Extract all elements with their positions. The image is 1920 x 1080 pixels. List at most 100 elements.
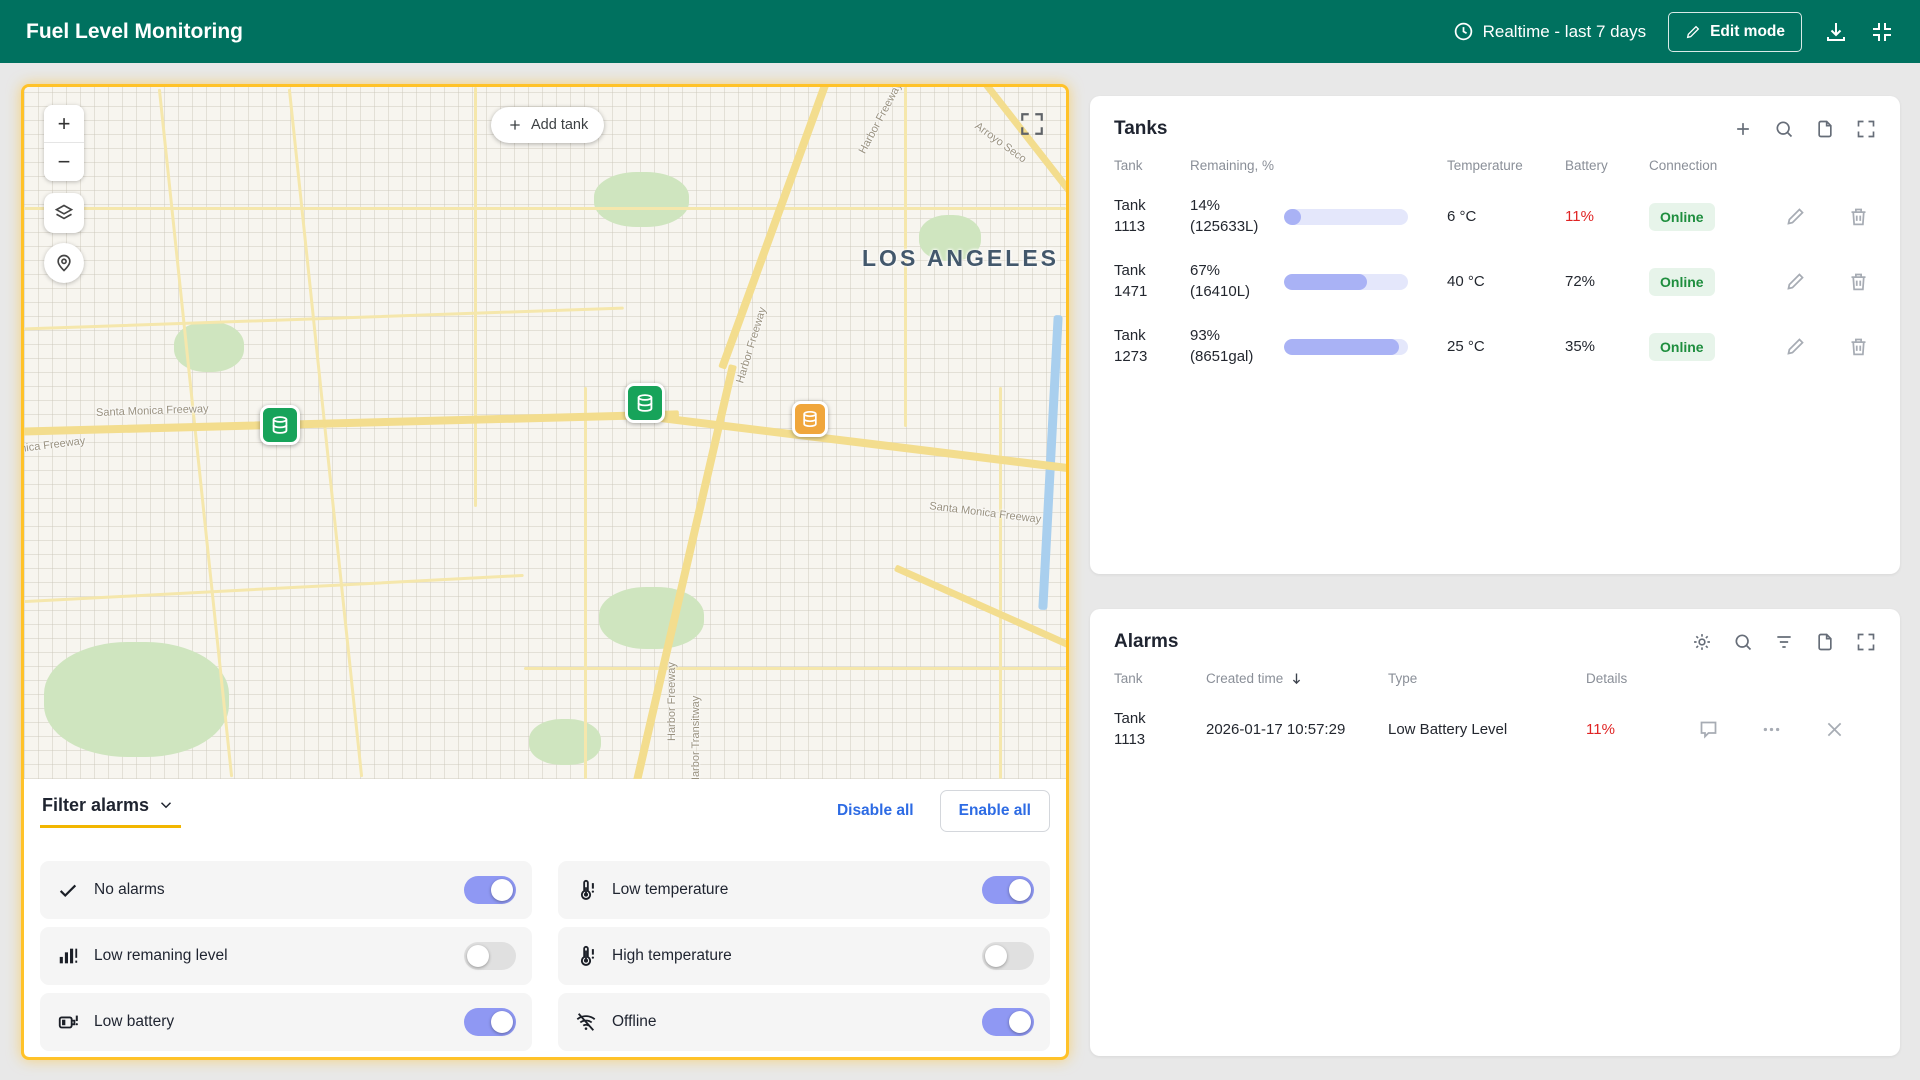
check-icon <box>56 878 80 902</box>
thermometer-icon <box>574 944 598 968</box>
alarm-created-time: 2026-01-17 10:57:29 <box>1206 721 1388 738</box>
low-battery-toggle[interactable] <box>464 1008 516 1036</box>
edit-tank-icon[interactable] <box>1785 206 1806 227</box>
pencil-icon <box>1685 24 1701 40</box>
enable-all-button[interactable]: Enable all <box>940 790 1050 832</box>
more-options-icon[interactable] <box>1761 719 1782 740</box>
alarm-details: 11% <box>1586 721 1682 738</box>
road-label: nica Freeway <box>24 435 86 455</box>
fuel-drum-icon <box>800 409 820 429</box>
tank-temperature: 6 °C <box>1447 208 1565 225</box>
toggle-knob <box>467 945 489 967</box>
road <box>24 307 624 331</box>
tank-row: Tank1113 14%(125633L) 6 °C 11% Online <box>1114 184 1876 249</box>
offline-toggle[interactable] <box>982 1008 1034 1036</box>
fullscreen-icon[interactable] <box>1856 119 1876 139</box>
filter-item-offline: Offline <box>558 993 1050 1051</box>
road <box>24 574 523 603</box>
no-alarms-toggle[interactable] <box>464 876 516 904</box>
zoom-out-button[interactable]: − <box>44 143 84 181</box>
tank-marker-yellow[interactable] <box>792 401 828 437</box>
edit-mode-label: Edit mode <box>1710 23 1785 41</box>
sort-desc-icon <box>1289 671 1304 686</box>
disable-all-button[interactable]: Disable all <box>825 792 926 830</box>
alarm-row: Tank1113 2026-01-17 10:57:29 Low Battery… <box>1114 697 1876 762</box>
road-label: Harbor Transitway <box>690 696 702 779</box>
comment-icon[interactable] <box>1698 719 1719 740</box>
alarms-widget: Alarms Tank <box>1090 609 1900 1056</box>
road <box>24 207 1066 210</box>
add-icon[interactable] <box>1733 119 1753 139</box>
connection-status-badge: Online <box>1649 333 1715 361</box>
filter-icon[interactable] <box>1774 632 1794 652</box>
high-temperature-toggle[interactable] <box>982 942 1034 970</box>
filter-label: Low remaning level <box>94 947 450 965</box>
filter-item-low-battery: Low battery <box>40 993 532 1051</box>
tank-name: Tank1273 <box>1114 326 1190 367</box>
plus-icon <box>507 117 523 133</box>
app-root: Fuel Level Monitoring Realtime - last 7 … <box>0 0 1920 1080</box>
export-icon[interactable] <box>1815 632 1835 652</box>
edit-tank-icon[interactable] <box>1785 271 1806 292</box>
alarms-title: Alarms <box>1114 631 1178 653</box>
col-connection: Connection <box>1649 158 1769 173</box>
filter-label: High temperature <box>612 947 968 965</box>
park-area <box>44 642 229 757</box>
delete-tank-icon[interactable] <box>1848 271 1869 292</box>
settings-gear-icon[interactable] <box>1692 632 1712 652</box>
search-icon[interactable] <box>1733 632 1753 652</box>
tank-marker-green[interactable] <box>260 405 300 445</box>
locate-button[interactable] <box>44 243 84 283</box>
col-battery: Battery <box>1565 158 1649 173</box>
edit-tank-icon[interactable] <box>1785 336 1806 357</box>
col-type: Type <box>1388 671 1586 686</box>
filter-label: No alarms <box>94 881 450 899</box>
tank-temperature: 25 °C <box>1447 338 1565 355</box>
thermometer-icon <box>574 878 598 902</box>
low-temperature-toggle[interactable] <box>982 876 1034 904</box>
low-remaining-toggle[interactable] <box>464 942 516 970</box>
add-tank-label: Add tank <box>531 117 588 133</box>
road-harbor-freeway <box>632 364 737 779</box>
filter-item-high-temperature: High temperature <box>558 927 1050 985</box>
time-range-selector[interactable]: Realtime - last 7 days <box>1453 21 1646 42</box>
zoom-controls: + − <box>44 105 84 181</box>
filter-item-low-remaining: Low remaning level <box>40 927 532 985</box>
add-tank-button[interactable]: Add tank <box>491 107 604 143</box>
edit-mode-button[interactable]: Edit mode <box>1668 12 1802 52</box>
filter-label: Offline <box>612 1013 968 1031</box>
col-created-time[interactable]: Created time <box>1206 671 1388 686</box>
map-fullscreen-icon[interactable] <box>1019 111 1045 137</box>
filter-item-low-temperature: Low temperature <box>558 861 1050 919</box>
dismiss-alarm-icon[interactable] <box>1824 719 1845 740</box>
road <box>474 87 477 507</box>
fullscreen-icon[interactable] <box>1856 632 1876 652</box>
search-icon[interactable] <box>1774 119 1794 139</box>
filter-alarms-toggle[interactable]: Filter alarms <box>40 795 181 828</box>
download-icon[interactable] <box>1824 20 1848 44</box>
export-icon[interactable] <box>1815 119 1835 139</box>
tank-battery: 72% <box>1565 273 1649 290</box>
tank-name: Tank1113 <box>1114 196 1190 237</box>
fuel-drum-icon <box>269 414 291 436</box>
tank-marker-green[interactable] <box>625 383 665 423</box>
delete-tank-icon[interactable] <box>1848 336 1869 357</box>
tank-battery: 11% <box>1565 208 1649 225</box>
map-canvas[interactable]: Santa Monica Freeway nica Freeway Santa … <box>24 87 1066 779</box>
clock-icon <box>1453 21 1474 42</box>
alarm-tank-name: Tank1113 <box>1114 709 1206 750</box>
alarms-table-header: Tank Created time Type Details <box>1114 659 1876 697</box>
park-area <box>529 719 601 765</box>
road <box>584 387 587 779</box>
road-label: Santa Monica Freeway <box>929 500 1042 526</box>
delete-tank-icon[interactable] <box>1848 206 1869 227</box>
battery-icon <box>56 1010 80 1034</box>
tank-remaining: 93%(8651gal) <box>1190 326 1284 367</box>
tank-remaining: 14%(125633L) <box>1190 196 1284 237</box>
filter-label: Low battery <box>94 1013 450 1031</box>
layers-button[interactable] <box>44 193 84 233</box>
connection-status-badge: Online <box>1649 203 1715 231</box>
zoom-in-button[interactable]: + <box>44 105 84 143</box>
compress-icon[interactable] <box>1870 20 1894 44</box>
level-bars-icon <box>56 944 80 968</box>
